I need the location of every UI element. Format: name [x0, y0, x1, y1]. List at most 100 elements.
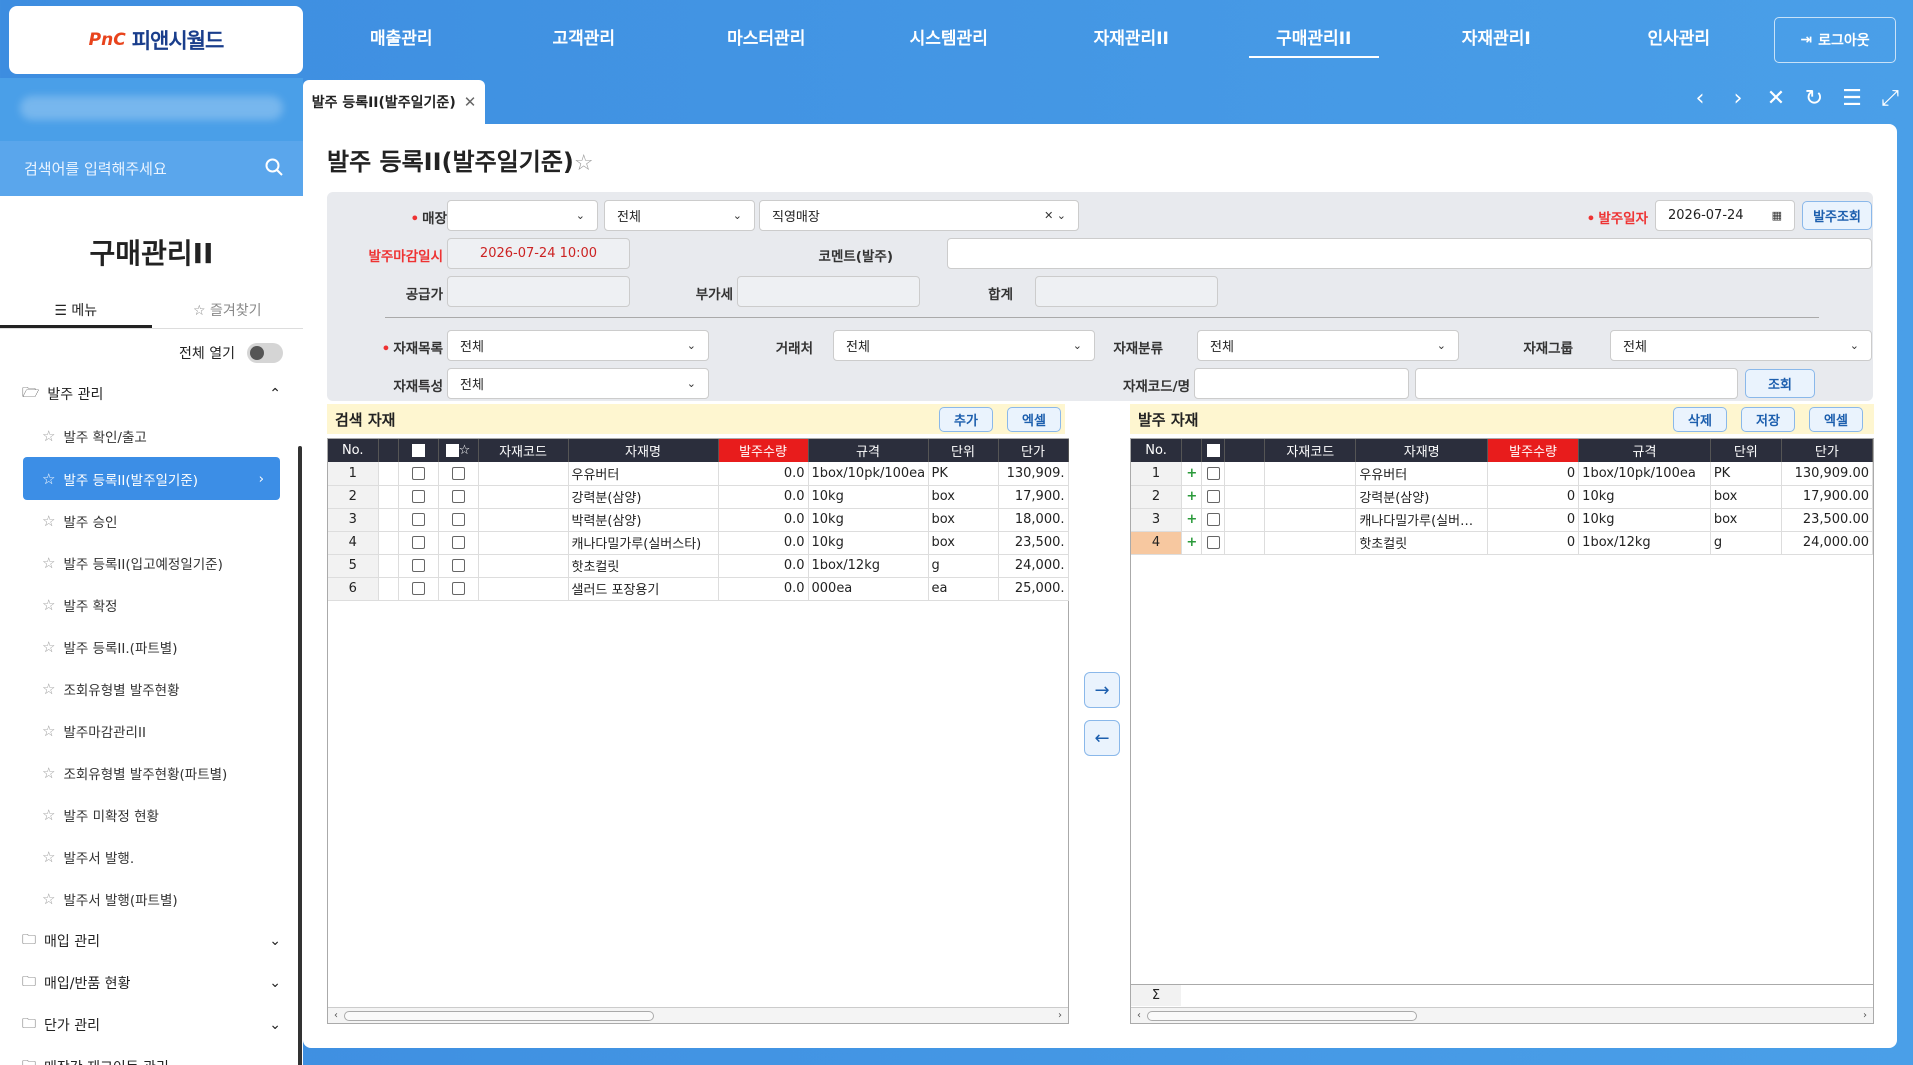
tab-menu[interactable]: ☰ 메뉴 [0, 292, 152, 328]
scroll-thumb[interactable] [1147, 1011, 1417, 1021]
row-extra-cell[interactable] [438, 554, 479, 578]
logout-button[interactable]: ⇥ 로그아웃 [1774, 17, 1896, 63]
close-icon[interactable]: ✕ [464, 93, 477, 111]
move-left-button[interactable]: ← [1084, 720, 1120, 756]
order-qty[interactable]: 0 [1487, 508, 1580, 532]
mat-group-select[interactable]: 전체 ⌄ [1610, 330, 1872, 361]
checkbox-icon[interactable] [1206, 536, 1220, 549]
tab-favorites[interactable]: ☆ 즐겨찾기 [152, 292, 304, 328]
row-checkbox-cell[interactable] [1201, 485, 1225, 509]
table-row[interactable]: 1 우유버터 0.0 1box/10pk/100ea PK 130,909. [328, 462, 1069, 486]
scroll-thumb[interactable] [344, 1011, 654, 1021]
checkbox-icon[interactable] [1206, 444, 1220, 457]
search-input[interactable]: 검색어를 입력해주세요 [24, 158, 167, 179]
row-extra-cell[interactable] [438, 462, 479, 486]
checkbox-icon[interactable] [451, 513, 465, 526]
row-checkbox-cell[interactable] [1201, 508, 1225, 532]
nav-item[interactable]: 인사관리 [1588, 0, 1771, 78]
menu-group[interactable]: 🗀 매입/반품 현황 ⌄ [0, 962, 303, 1004]
plus-icon[interactable]: + [1186, 466, 1197, 481]
star-icon[interactable]: ☆ [42, 680, 55, 698]
checkbox-icon[interactable] [445, 444, 459, 457]
checkbox-icon[interactable] [451, 490, 465, 503]
search-icon[interactable] [265, 158, 283, 180]
scroll-right-icon[interactable]: › [1052, 1008, 1068, 1023]
mat-code-input[interactable] [1194, 368, 1409, 399]
nav-item[interactable]: 매출관리 [310, 0, 493, 78]
table-row[interactable]: 3 + 캐나다밀가루(실버… 0 10kg box 23,500.00 [1131, 508, 1874, 532]
menu-group[interactable]: 🗀 매장간 재고이동 관리 ⌄ [0, 1046, 303, 1065]
star-icon[interactable]: ☆ [42, 806, 55, 824]
col-select-all[interactable] [398, 439, 439, 462]
sidebar-item[interactable]: ☆ 발주 등록II.(파트별) [0, 626, 303, 668]
star-icon[interactable]: ☆ [42, 722, 55, 740]
checkbox-icon[interactable] [411, 559, 425, 572]
row-checkbox-cell[interactable] [398, 531, 439, 555]
star-icon[interactable]: ☆ [42, 638, 55, 656]
calendar-icon[interactable]: ▦ [1772, 209, 1782, 222]
checkbox-icon[interactable] [411, 536, 425, 549]
checkbox-icon[interactable] [411, 466, 425, 480]
star-icon[interactable]: ☆ [42, 427, 55, 445]
chevron-right-icon[interactable]: › [1727, 86, 1749, 111]
add-button[interactable]: 추가 [939, 407, 993, 432]
refresh-icon[interactable]: ↻ [1803, 86, 1825, 111]
sidebar-item[interactable]: ☆ 조회유형별 발주현황 [0, 668, 303, 710]
nav-item[interactable]: 고객관리 [493, 0, 676, 78]
row-checkbox-cell[interactable] [1201, 531, 1225, 555]
row-extra-cell[interactable] [438, 508, 479, 532]
row-extra-cell[interactable] [438, 531, 479, 555]
star-icon[interactable]: ☆ [42, 848, 55, 866]
row-checkbox-cell[interactable] [398, 508, 439, 532]
table-row[interactable]: 2 + 강력분(삼양) 0 10kg box 17,900.00 [1131, 485, 1874, 509]
mat-name-input[interactable] [1415, 368, 1738, 399]
row-checkbox-cell[interactable] [1201, 462, 1225, 486]
checkbox-icon[interactable] [451, 582, 465, 595]
sidebar-item[interactable]: ☆ 발주마감관리II [0, 710, 303, 752]
delete-button[interactable]: 삭제 [1673, 407, 1727, 432]
sidebar-item[interactable]: ☆ 발주서 발행(파트별) [0, 878, 303, 920]
row-checkbox-cell[interactable] [398, 485, 439, 509]
sidebar-item[interactable]: ☆ 발주 미확정 현황 [0, 794, 303, 836]
sidebar-scrollbar[interactable] [298, 446, 302, 1065]
checkbox-icon[interactable] [1206, 513, 1220, 526]
scroll-left-icon[interactable]: ‹ [328, 1008, 344, 1023]
star-icon[interactable]: ☆ [42, 596, 55, 614]
order-qty[interactable]: 0.0 [718, 485, 809, 509]
favorite-star-icon[interactable]: ☆ [574, 151, 594, 176]
nav-item[interactable]: 자재관리II [1040, 0, 1223, 78]
star-icon[interactable]: ☆ [42, 470, 55, 488]
table-row[interactable]: 5 핫초컬릿 0.0 1box/12kg g 24,000. [328, 554, 1069, 578]
logo[interactable]: PnC 피앤시월드 [9, 6, 303, 74]
checkbox-icon[interactable] [411, 444, 425, 457]
sidebar-item[interactable]: ☆ 발주 확인/출고 [0, 415, 303, 457]
right-excel-button[interactable]: 엑셀 [1809, 407, 1863, 432]
table-row[interactable]: 6 샐러드 포장용기 0.0 000ea ea 25,000. [328, 577, 1069, 601]
save-button[interactable]: 저장 [1741, 407, 1795, 432]
row-extra-cell[interactable] [438, 577, 479, 601]
table-row[interactable]: 4 + 핫초컬릿 0 1box/12kg g 24,000.00 [1131, 531, 1874, 555]
row-checkbox-cell[interactable] [398, 577, 439, 601]
row-checkbox-cell[interactable] [398, 554, 439, 578]
scroll-right-icon[interactable]: › [1857, 1008, 1873, 1023]
checkbox-icon[interactable] [1206, 466, 1220, 480]
expand-all-toggle[interactable] [247, 343, 283, 363]
order-qty[interactable]: 0.0 [718, 462, 809, 486]
nav-item[interactable]: 자재관리I [1405, 0, 1588, 78]
store-sub-select[interactable]: 직영매장 ✕ ⌄ [759, 200, 1079, 231]
expand-icon[interactable]: ⤢ [1879, 86, 1901, 111]
search-button[interactable]: 조회 [1745, 369, 1815, 398]
order-qty[interactable]: 0 [1487, 462, 1580, 486]
clear-chevron-icon[interactable]: ✕ ⌄ [1044, 209, 1066, 222]
star-icon[interactable]: ☆ [42, 554, 55, 572]
checkbox-icon[interactable] [451, 466, 465, 480]
left-horizontal-scrollbar[interactable]: ‹ › [328, 1007, 1068, 1023]
sidebar-item[interactable]: ☆ 발주서 발행. [0, 836, 303, 878]
table-row[interactable]: 3 박력분(삼양) 0.0 10kg box 18,000. [328, 508, 1069, 532]
sidebar-item[interactable]: ☆ 발주 등록II(입고예정일기준) [0, 542, 303, 584]
mat-prop-select[interactable]: 전체 ⌄ [447, 368, 709, 399]
order-qty[interactable]: 0.0 [718, 577, 809, 601]
sidebar-item[interactable]: ☆ 조회유형별 발주현황(파트별) [0, 752, 303, 794]
checkbox-icon[interactable] [451, 559, 465, 572]
sidebar-item[interactable]: ☆ 발주 등록II(발주일기준) › [23, 457, 280, 500]
